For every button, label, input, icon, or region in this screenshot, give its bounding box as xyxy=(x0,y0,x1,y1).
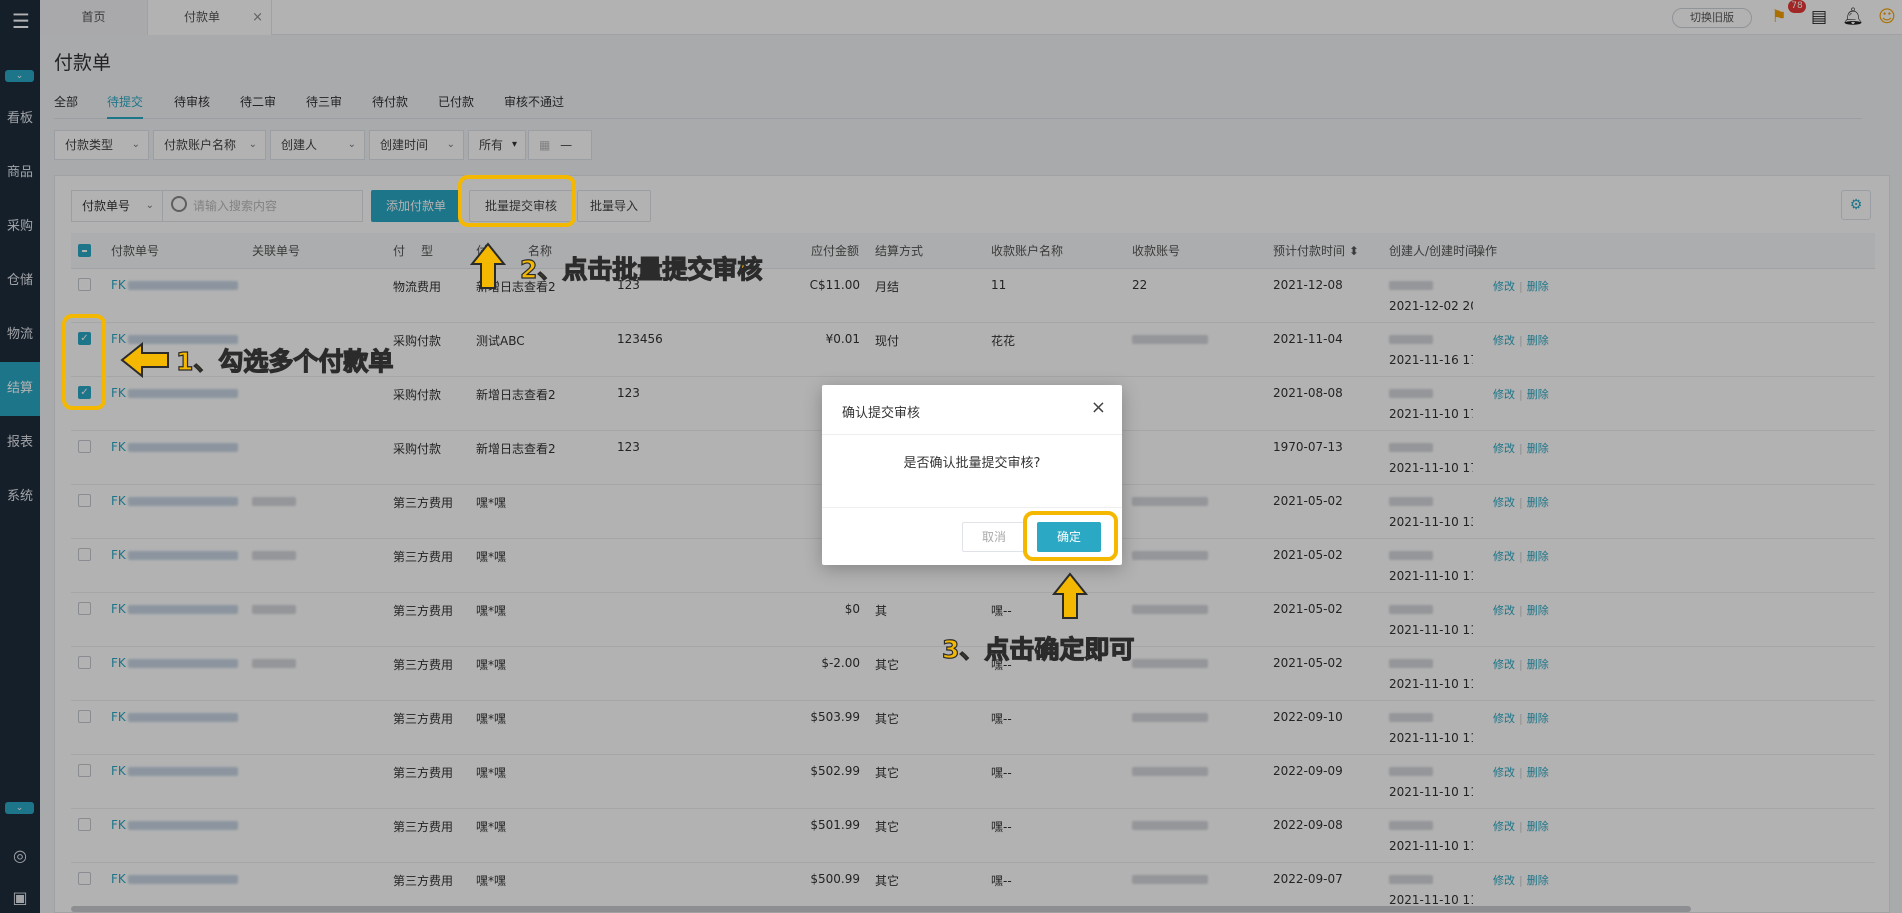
step3-note: 3、点击确定即可 xyxy=(941,634,1135,664)
highlight-checkboxes xyxy=(62,314,106,410)
dialog-message: 是否确认批量提交审核? xyxy=(903,456,1041,471)
step2-note: 2、点击批量提交审核 xyxy=(519,254,763,284)
step1-note: 1、勾选多个付款单 xyxy=(175,346,394,376)
cancel-button[interactable]: 取消 xyxy=(962,522,1026,552)
dialog-header: 确认提交审核 × xyxy=(822,385,1122,435)
close-icon[interactable]: × xyxy=(1091,397,1106,418)
arrow-up-icon xyxy=(1052,572,1088,619)
arrow-up-icon xyxy=(470,242,506,289)
dialog-title: 确认提交审核 xyxy=(842,406,921,421)
highlight-batch-submit xyxy=(458,175,576,227)
highlight-confirm xyxy=(1023,511,1118,561)
arrow-left-icon xyxy=(120,342,169,378)
